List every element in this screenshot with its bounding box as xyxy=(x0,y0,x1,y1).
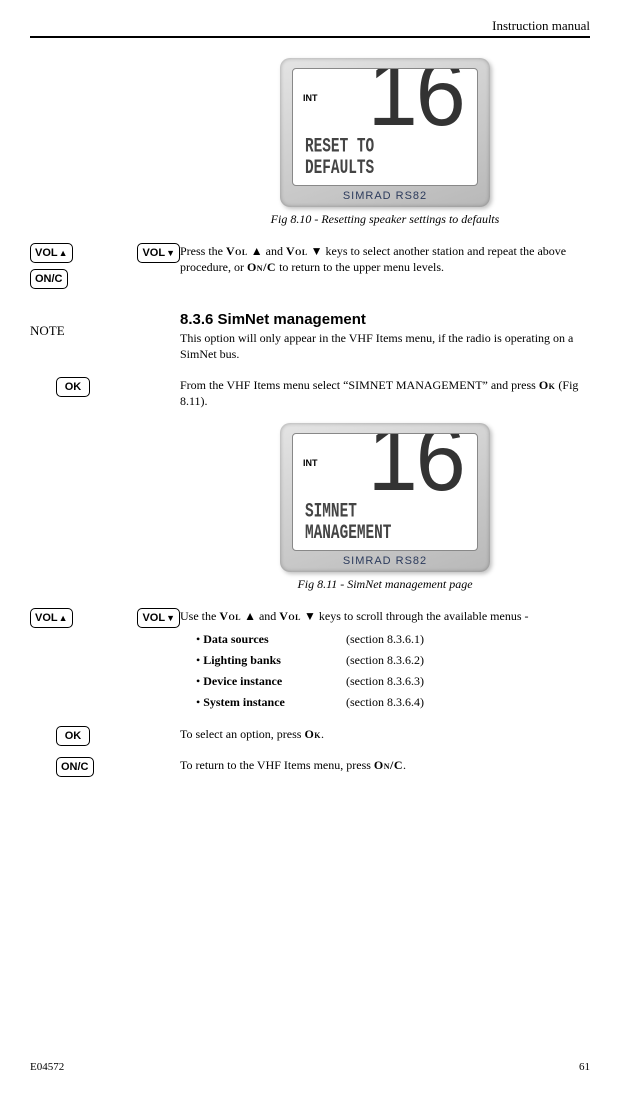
lcd-message-2: SIMNET MANAGEMENT xyxy=(305,502,391,544)
on-c-button-2[interactable]: ON/C xyxy=(56,757,94,777)
arrow-down-icon: ▼ xyxy=(166,613,175,623)
arrow-up-icon: ▲ xyxy=(59,248,68,258)
arrow-up-icon: ▲ xyxy=(59,613,68,623)
device-brand: SIMRAD RS82 xyxy=(292,186,478,202)
ok-button-2[interactable]: OK xyxy=(56,726,90,746)
paragraph-vol-select: Press the Vol ▲ and Vol ▼ keys to select… xyxy=(180,243,590,275)
on-c-button[interactable]: ON/C xyxy=(30,269,68,289)
page-number: 61 xyxy=(579,1061,590,1073)
lcd-message: RESET TO DEFAULTS xyxy=(305,137,374,179)
menu-item: • System instance(section 8.3.6.4) xyxy=(196,695,590,710)
device-brand-2: SIMRAD RS82 xyxy=(292,551,478,567)
section-heading: 8.3.6 SimNet management xyxy=(180,311,590,328)
header-title: Instruction manual xyxy=(492,18,590,33)
lcd-int-label-2: INT xyxy=(303,458,318,468)
page-header: Instruction manual xyxy=(30,18,590,38)
menu-item: • Data sources(section 8.3.6.1) xyxy=(196,632,590,647)
arrow-down-icon: ▼ xyxy=(166,248,175,258)
footer-code: E04572 xyxy=(30,1061,64,1073)
device-display-1: INT 16 RESET TO DEFAULTS SIMRAD RS82 xyxy=(280,58,490,207)
paragraph-scroll-menus: Use the Vol ▲ and Vol ▼ keys to scroll t… xyxy=(180,608,590,624)
paragraph-return: To return to the VHF Items menu, press O… xyxy=(180,757,590,773)
note-text: This option will only appear in the VHF … xyxy=(180,330,590,362)
figure-caption-1: Fig 8.10 - Resetting speaker settings to… xyxy=(180,211,590,227)
menu-item: • Lighting banks(section 8.3.6.2) xyxy=(196,653,590,668)
device-display-2: INT 16 SIMNET MANAGEMENT SIMRAD RS82 xyxy=(280,423,490,572)
lcd-channel: 16 xyxy=(367,68,463,148)
figure-caption-2: Fig 8.11 - SimNet management page xyxy=(180,576,590,592)
paragraph-select-simnet: From the VHF Items menu select “SIMNET M… xyxy=(180,377,590,409)
vol-down-button[interactable]: VOL▼ xyxy=(137,243,180,263)
paragraph-select-option: To select an option, press Ok. xyxy=(180,726,590,742)
vol-up-button[interactable]: VOL▲ xyxy=(30,243,73,263)
ok-button[interactable]: OK xyxy=(56,377,90,397)
lcd-int-label: INT xyxy=(303,93,318,103)
note-label: NOTE xyxy=(30,323,65,338)
menu-item: • Device instance(section 8.3.6.3) xyxy=(196,674,590,689)
page-footer: E04572 61 xyxy=(30,1061,590,1073)
vol-up-button-2[interactable]: VOL▲ xyxy=(30,608,73,628)
vol-down-button-2[interactable]: VOL▼ xyxy=(137,608,180,628)
menu-list: • Data sources(section 8.3.6.1) • Lighti… xyxy=(196,632,590,710)
